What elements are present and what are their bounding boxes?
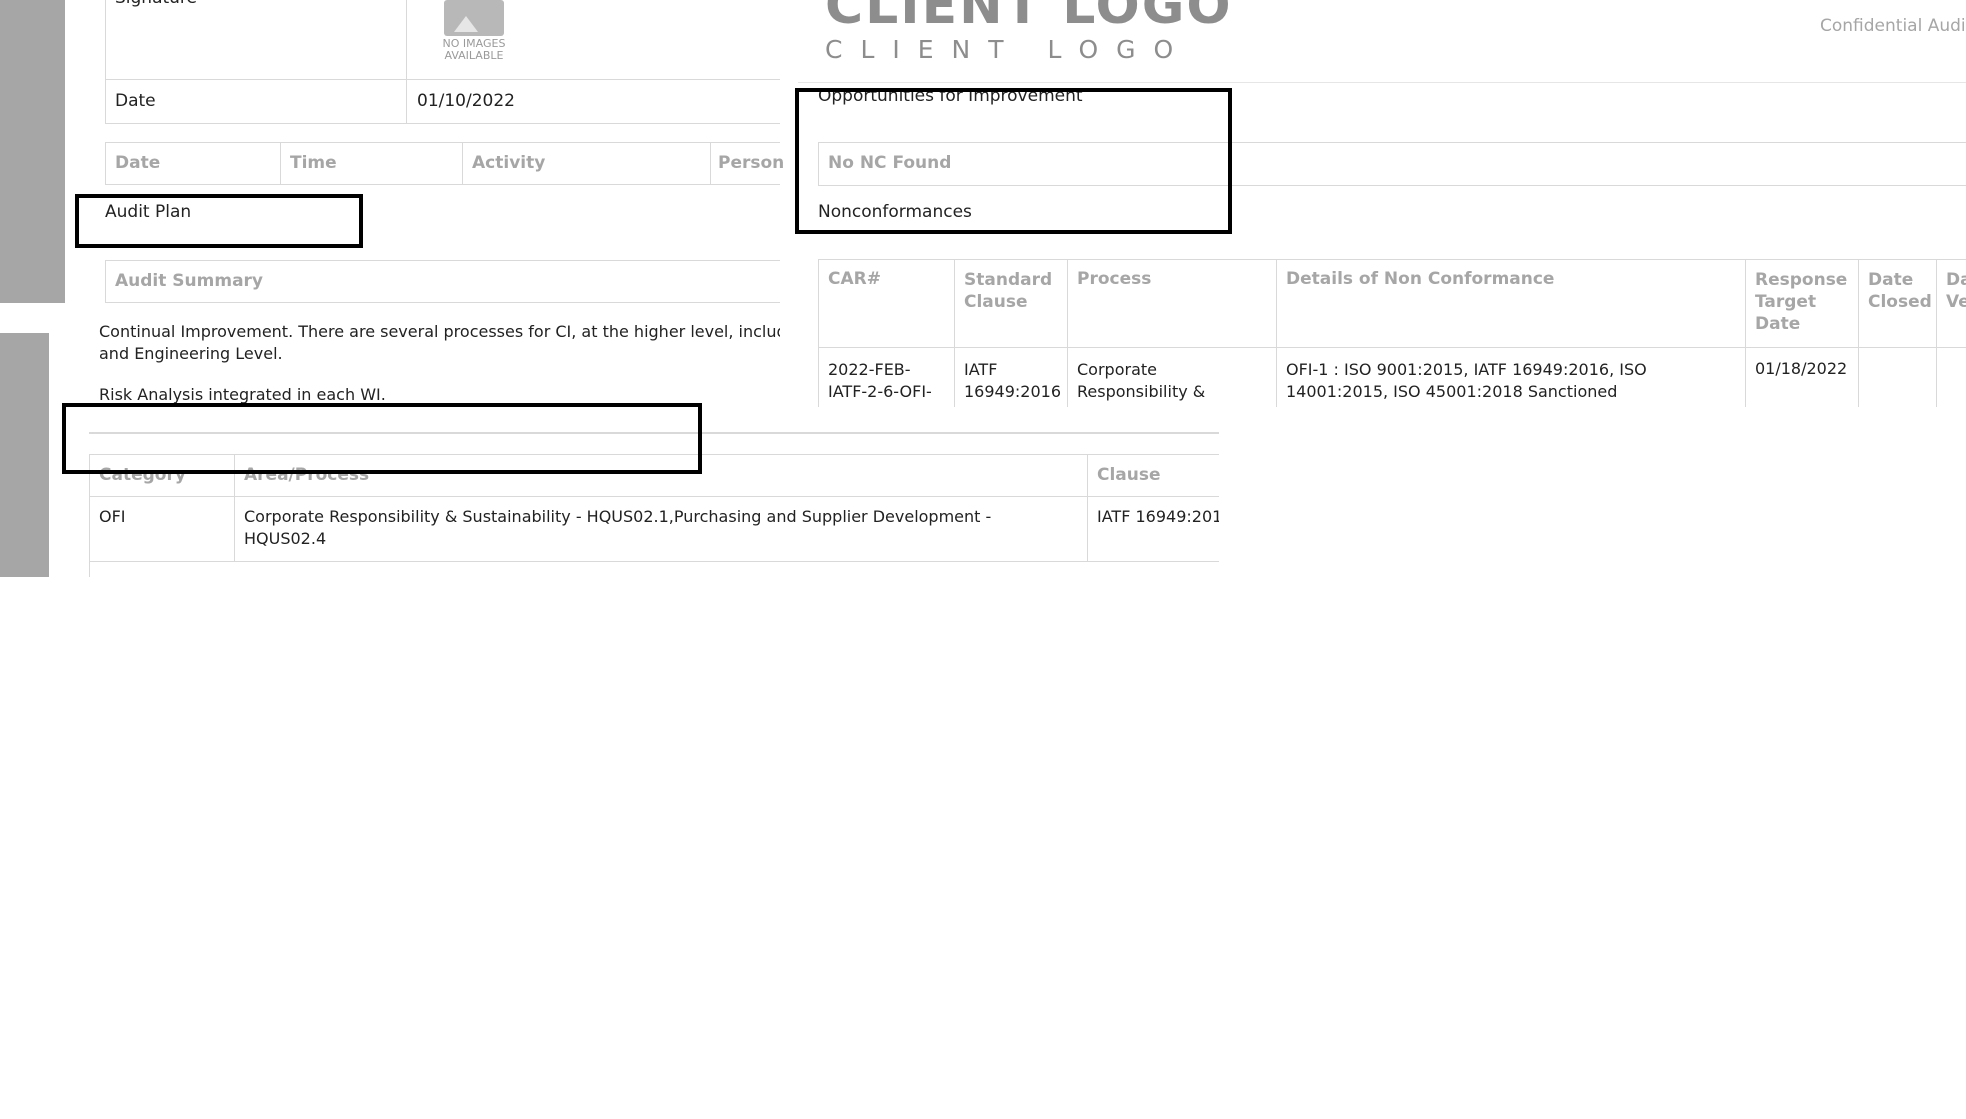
nc-row-details: OFI-1 : ISO 9001:2015, IATF 16949:2016, … xyxy=(1286,360,1647,401)
no-images-placeholder: NO IMAGES AVAILABLE xyxy=(434,0,514,62)
header-area: CLIENT LOGO CLIENT LOGO Confidential Aud… xyxy=(798,0,1966,83)
summary-line-2: and Engineering Level. xyxy=(99,344,283,363)
col-activity-header: Activity xyxy=(472,153,546,173)
nc-col-verified-header: Date Ve xyxy=(1946,270,1966,312)
left-gray-strip-bottom xyxy=(0,333,49,577)
date-value: 01/10/2022 xyxy=(417,91,515,111)
findings-row-category: OFI xyxy=(99,507,126,526)
left-gray-strip-top xyxy=(0,0,65,303)
nc-row-process: Corporate Responsibility & xyxy=(1077,360,1206,401)
findings-col-clause-header: Clause xyxy=(1097,465,1161,485)
findings-row-area-line2: HQUS02.4 xyxy=(244,529,327,548)
signature-label-cell xyxy=(105,0,407,80)
nc-row-target-date: 01/18/2022 xyxy=(1755,359,1848,378)
nc-col-clause-header: Standard Clause xyxy=(964,270,1053,312)
nc-row-car: 2022-FEB-IATF-2-6-OFI- xyxy=(828,360,932,401)
findings-row-area-line1: Corporate Responsibility & Sustainabilit… xyxy=(244,507,992,526)
signature-label: Signature xyxy=(115,0,197,8)
nc-col-target-header: Response Target Date xyxy=(1755,270,1848,334)
col-time-header: Time xyxy=(290,153,337,173)
client-logo-small: CLIENT LOGO xyxy=(825,35,1192,64)
nonconformance-highlight-box xyxy=(795,88,1232,234)
audit-summary-header: Audit Summary xyxy=(115,271,264,291)
nc-col-details-header: Details of Non Conformance xyxy=(1286,269,1555,289)
summary-line-3: Risk Analysis integrated in each WI. xyxy=(99,385,386,404)
findings-row-area-cell xyxy=(234,496,1088,562)
findings-next-row-cell xyxy=(89,561,1219,577)
nc-row-closed-cell xyxy=(1858,347,1937,407)
findings-highlight-box xyxy=(62,403,702,474)
image-placeholder-icon xyxy=(444,0,504,36)
nc-row-verified-cell xyxy=(1936,347,1966,407)
findings-row-category-cell xyxy=(89,496,235,562)
findings-row-clause: IATF 16949:201 xyxy=(1097,507,1219,526)
nc-col-process-header: Process xyxy=(1077,269,1152,289)
col-person-header: Person xyxy=(718,153,785,173)
nc-col-closed-header: Date Closed xyxy=(1868,270,1932,312)
client-logo-large: CLIENT LOGO xyxy=(825,0,1233,36)
nc-col-car-header: CAR# xyxy=(828,269,881,289)
col-date-header: Date xyxy=(115,153,161,173)
summary-line-1: Continual Improvement. There are several… xyxy=(99,322,780,341)
date-label: Date xyxy=(115,91,156,111)
findings-row-clause-cell xyxy=(1087,496,1219,562)
audit-plan-highlight-box xyxy=(75,194,363,248)
audit-summary-text: Continual Improvement. There are several… xyxy=(99,318,780,408)
confidential-audit-label: Confidential Audit xyxy=(1820,16,1966,36)
no-images-text: NO IMAGES AVAILABLE xyxy=(442,37,506,62)
nc-table: CAR# Standard Clause Process Details of … xyxy=(818,259,1966,407)
nc-row-clause: IATF 16949:2016 xyxy=(964,360,1062,401)
